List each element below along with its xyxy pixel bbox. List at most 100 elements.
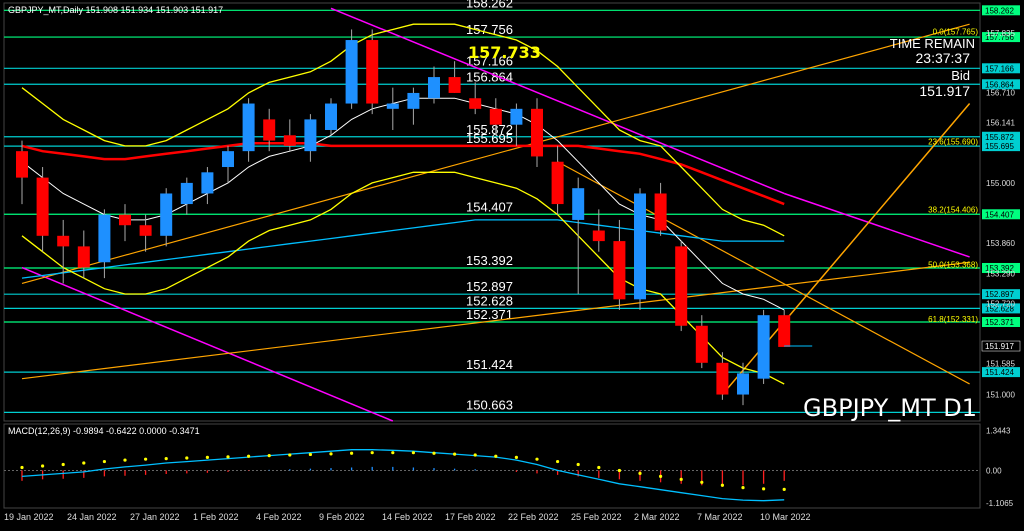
macd-signal-dot	[123, 458, 127, 462]
macd-signal-dot	[226, 455, 230, 459]
candle-body	[695, 325, 708, 363]
candle-body	[386, 103, 399, 109]
level-label: 154.407	[466, 199, 513, 214]
time-tick: 1 Feb 2022	[193, 512, 239, 522]
macd-signal-dot	[597, 465, 601, 470]
candle-body	[510, 108, 523, 125]
price-tick: 151.000	[986, 391, 1015, 400]
candle-body	[345, 40, 358, 104]
level-label: 155.695	[466, 131, 513, 146]
bid-label: Bid	[951, 68, 970, 83]
candle-body	[778, 315, 791, 347]
level-label: 152.897	[466, 279, 513, 294]
price-tick: 155.000	[986, 179, 1015, 188]
price-tag-label: 154.407	[985, 210, 1014, 219]
level-label: 156.864	[466, 69, 513, 84]
candle-body	[242, 103, 255, 152]
time-tick: 2 Mar 2022	[634, 512, 680, 522]
macd-signal-dot	[514, 455, 519, 460]
macd-signal-dot	[350, 451, 354, 455]
macd-signal-dot	[432, 451, 436, 455]
candle-body	[263, 119, 276, 141]
macd-signal-dot	[61, 462, 65, 467]
time-tick: 19 Jan 2022	[4, 512, 54, 522]
macd-signal-dot	[185, 456, 189, 460]
macd-signal-dot	[247, 454, 251, 458]
macd-signal-dot	[617, 468, 622, 473]
macd-signal-dot	[288, 453, 292, 457]
candle-body	[489, 108, 502, 125]
price-tag-label: 157.166	[985, 64, 1014, 73]
candle-body	[634, 193, 646, 300]
price-tag-label: 151.424	[985, 368, 1014, 377]
time-tick: 9 Feb 2022	[319, 512, 365, 522]
trading-chart[interactable]: 158.262 158.262 157.756 157.756 157.166 157.1…	[0, 0, 1024, 526]
price-tag-label: 152.371	[985, 318, 1014, 327]
highlight-price: 157.733	[468, 43, 541, 62]
time-tick: 17 Feb 2022	[445, 512, 496, 522]
macd-signal-dot	[205, 455, 209, 460]
time-tick: 10 Mar 2022	[760, 512, 811, 522]
macd-signal-dot	[453, 452, 457, 456]
candle-body	[139, 225, 152, 236]
fib-label: 50.0(153.368)	[928, 260, 978, 269]
macd-signal-dot	[102, 459, 106, 464]
candle-body	[77, 246, 90, 268]
level-label: 153.392	[466, 253, 513, 268]
candle-body	[613, 241, 626, 300]
macd-label: MACD(12,26,9) -0.9894 -0.6422 0.0000 -0.…	[8, 426, 200, 436]
time-tick: 24 Jan 2022	[67, 512, 117, 522]
macd-tick: 1.3443	[986, 427, 1011, 436]
macd-signal-dot	[679, 477, 683, 481]
fib-label: 23.6(155.690)	[928, 137, 978, 146]
candle-body	[716, 362, 729, 395]
symbol-info: GBPJPY_MT,Daily 151.908 151.934 151.903 …	[8, 5, 223, 15]
macd-signal-dot	[576, 462, 580, 467]
time-tick: 27 Jan 2022	[130, 512, 180, 522]
price-tick: 156.710	[986, 88, 1015, 97]
price-tag-label: 152.897	[985, 290, 1014, 299]
candle-body	[428, 77, 440, 99]
macd-signal-dot	[782, 487, 786, 492]
time-tick: 25 Feb 2022	[571, 512, 622, 522]
macd-signal-dot	[741, 486, 745, 490]
price-tag-label: 155.872	[985, 133, 1014, 142]
candle-body	[180, 182, 193, 205]
chart-canvas[interactable]: 158.262158.262157.756157.756157.166157.1…	[0, 0, 1024, 526]
macd-signal-dot	[370, 451, 374, 455]
candle-body	[531, 108, 543, 157]
time-tick: 22 Feb 2022	[508, 512, 559, 522]
level-label: 158.262	[466, 0, 513, 10]
watermark: GBPJPY_MT D1	[803, 394, 977, 422]
level-label: 151.424	[466, 357, 513, 372]
candle-body	[675, 246, 688, 326]
macd-signal-dot	[762, 487, 766, 491]
price-tick: 151.585	[986, 360, 1015, 369]
price-tick: 153.860	[986, 239, 1015, 248]
candle-body	[407, 92, 420, 109]
macd-tick: -1.1065	[986, 499, 1014, 508]
macd-signal-dot	[82, 461, 86, 465]
candle-body	[222, 151, 234, 168]
macd-signal-dot	[267, 454, 271, 458]
price-tick: 153.290	[986, 269, 1015, 278]
candle-body	[592, 230, 605, 242]
fib-label: 38.2(154.406)	[928, 205, 978, 214]
fib-label: 61.8(152.331)	[928, 315, 978, 324]
time-tick: 14 Feb 2022	[382, 512, 433, 522]
macd-signal-dot	[535, 457, 539, 461]
macd-signal-dot	[308, 452, 312, 457]
macd-signal-dot	[329, 452, 333, 456]
candle-body	[325, 103, 337, 130]
candle-body	[36, 177, 49, 236]
candle-body	[201, 172, 214, 194]
price-tick: 157.835	[986, 29, 1015, 38]
candle-body	[57, 235, 70, 247]
candle-body	[654, 193, 667, 231]
macd-signal-dot	[556, 459, 560, 464]
price-tag-label: 158.262	[985, 6, 1014, 15]
time-tick: 7 Mar 2022	[697, 512, 743, 522]
macd-signal-dot	[41, 464, 45, 468]
price-tick: 156.141	[986, 119, 1015, 128]
level-label: 150.663	[466, 397, 513, 412]
